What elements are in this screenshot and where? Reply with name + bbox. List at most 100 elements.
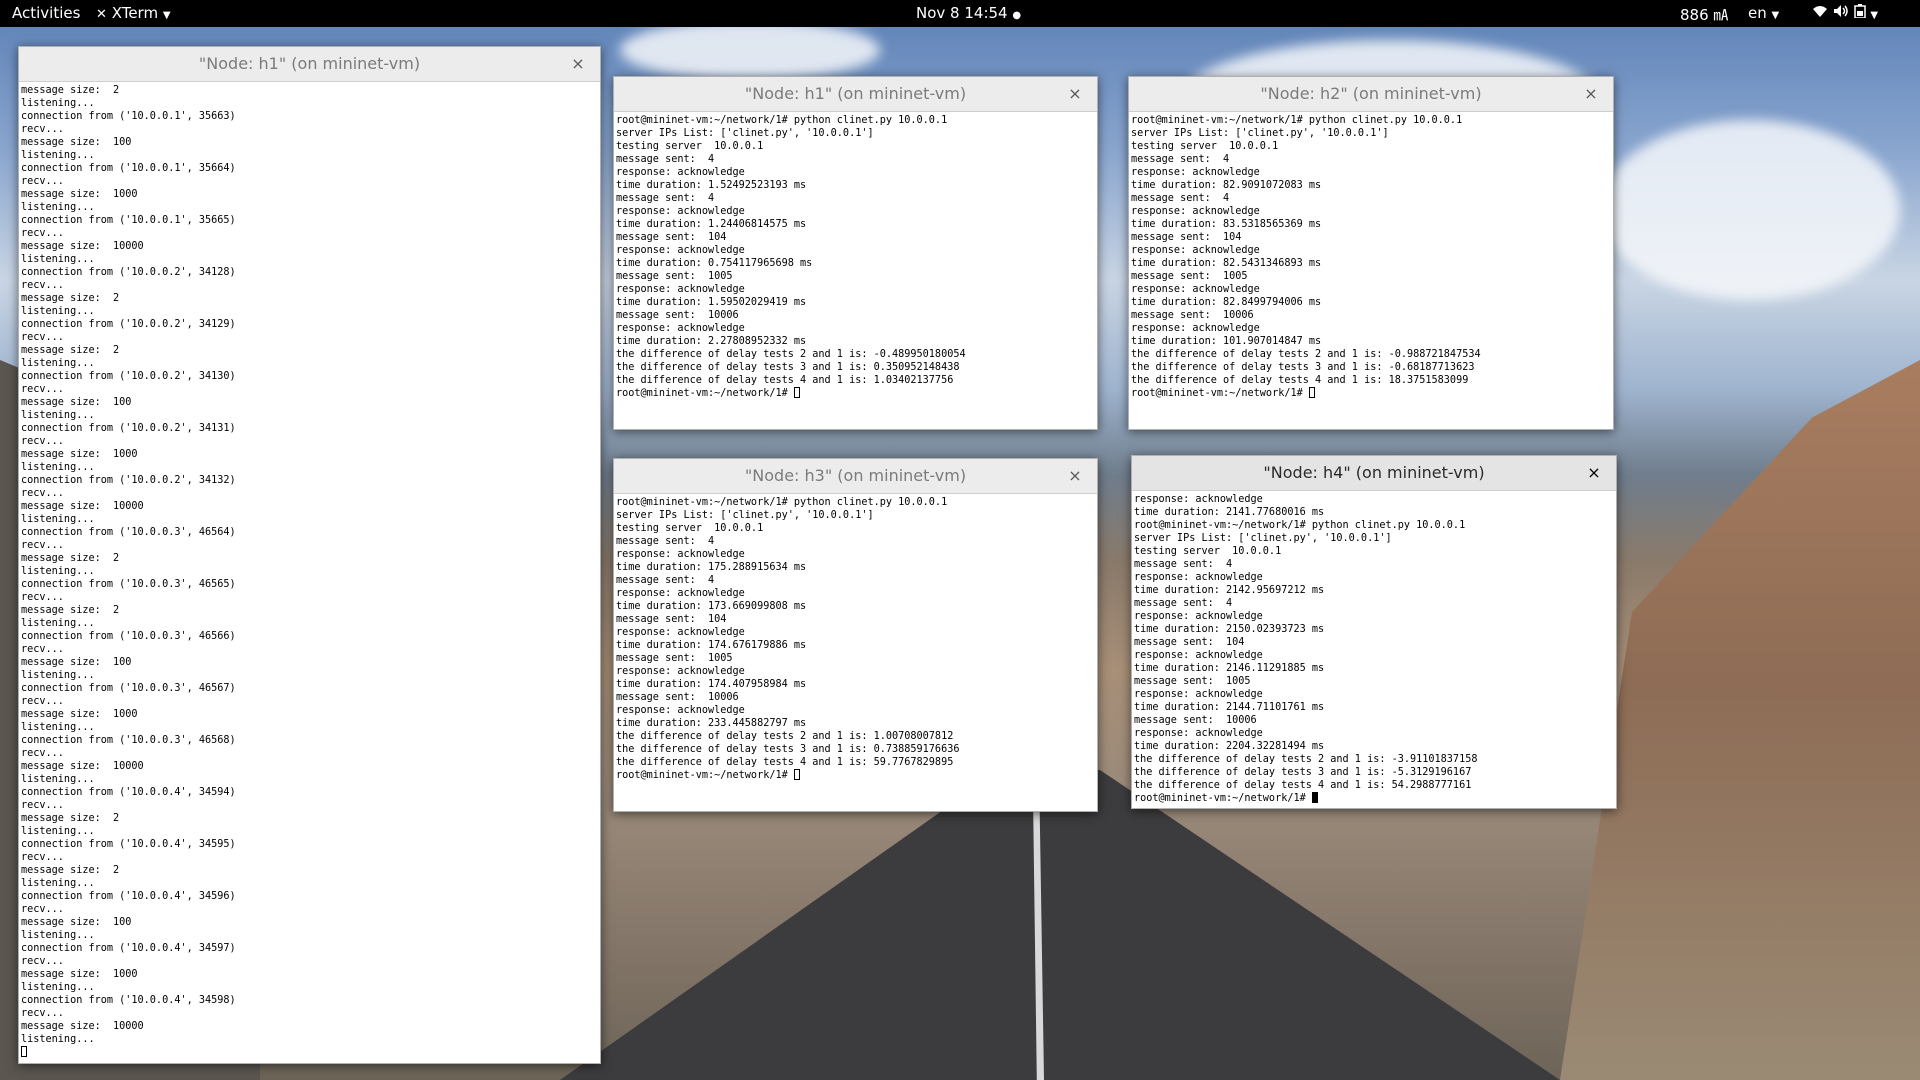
terminal-line: the difference of delay tests 4 and 1 is… [616,375,954,386]
terminal-line: server IPs List: ['clinet.py', '10.0.0.1… [616,128,874,139]
activities-button[interactable]: Activities [12,4,80,22]
terminal-line: time duration: 1.24406814575 ms [616,219,807,230]
clock-button[interactable]: Nov 8 14:54 ● [916,4,1021,22]
terminal-line: message sent: 4 [616,575,715,586]
terminal-line: message sent: 104 [616,232,727,243]
terminal-line: listening... [21,410,95,421]
terminal-line: the difference of delay tests 3 and 1 is… [1134,767,1472,778]
terminal-window-h1-client[interactable]: "Node: h1" (on mininet-vm) × root@minine… [613,76,1098,430]
terminal-line: server IPs List: ['clinet.py', '10.0.0.1… [1134,533,1392,544]
terminal-output[interactable]: root@mininet-vm:~/network/1# python clin… [614,494,1097,784]
terminal-line: message size: 2 [21,605,120,616]
terminal-line: root@mininet-vm:~/network/1# python clin… [616,115,948,126]
close-icon[interactable]: × [1065,466,1085,486]
terminal-output[interactable]: root@mininet-vm:~/network/1# python clin… [614,112,1097,402]
terminal-line: time duration: 82.8499794006 ms [1131,297,1322,308]
terminal-line: response: acknowledge [1134,689,1263,700]
window-titlebar[interactable]: "Node: h3" (on mininet-vm) × [614,459,1097,494]
chevron-down-icon: ▼ [1771,10,1780,21]
terminal-line: message sent: 10006 [1131,310,1254,321]
language-menu[interactable]: en ▼ [1748,4,1779,22]
terminal-line: recv... [21,280,64,291]
terminal-output[interactable]: response: acknowledge time duration: 2141… [1132,491,1616,807]
terminal-line: server IPs List: ['clinet.py', '10.0.0.1… [616,510,874,521]
terminal-line: listening... [21,722,95,733]
close-icon[interactable]: × [1581,84,1601,104]
terminal-line: response: acknowledge [1134,494,1263,505]
terminal-line: listening... [21,566,95,577]
terminal-window-h4-client[interactable]: "Node: h4" (on mininet-vm) × response: a… [1131,455,1617,809]
terminal-output[interactable]: root@mininet-vm:~/network/1# python clin… [1129,112,1613,402]
terminal-line: listening... [21,462,95,473]
terminal-line: recv... [21,124,64,135]
terminal-line: message sent: 4 [616,536,715,547]
terminal-line: response: acknowledge [1131,245,1260,256]
indicator-label[interactable]: 886 ㎃ [1680,4,1728,25]
terminal-line: message sent: 4 [1134,598,1233,609]
terminal-line: listening... [21,306,95,317]
terminal-line: connection from ('10.0.0.3', 46568) [21,735,236,746]
terminal-line: response: acknowledge [1134,572,1263,583]
terminal-line: root@mininet-vm:~/network/1# python clin… [1134,520,1466,531]
terminal-line: connection from ('10.0.0.4', 34595) [21,839,236,850]
terminal-line: message size: 1000 [21,449,138,460]
terminal-cursor [21,1046,27,1057]
terminal-output[interactable]: message size: 2 listening... connection fr… [19,82,600,1061]
terminal-line: connection from ('10.0.0.2', 34131) [21,423,236,434]
terminal-line: testing server 10.0.0.1 [1131,141,1279,152]
terminal-line: listening... [21,878,95,889]
window-title: "Node: h3" (on mininet-vm) [744,466,967,485]
terminal-line: recv... [21,748,64,759]
terminal-window-h2-client[interactable]: "Node: h2" (on mininet-vm) × root@minine… [1128,76,1614,430]
window-titlebar[interactable]: "Node: h2" (on mininet-vm) × [1129,77,1613,112]
terminal-line: message size: 10000 [21,1021,144,1032]
terminal-line: recv... [21,1008,64,1019]
terminal-line: connection from ('10.0.0.2', 34129) [21,319,236,330]
terminal-line: message size: 10000 [21,501,144,512]
terminal-window-h3-client[interactable]: "Node: h3" (on mininet-vm) × root@minine… [613,458,1098,812]
terminal-line: message size: 100 [21,657,132,668]
terminal-line: connection from ('10.0.0.3', 46564) [21,527,236,538]
app-menu-button[interactable]: ✕ XTerm ▼ [96,4,171,22]
terminal-line: recv... [21,384,64,395]
terminal-line: connection from ('10.0.0.1', 35663) [21,111,236,122]
terminal-line: message size: 10000 [21,761,144,772]
terminal-line: listening... [21,202,95,213]
terminal-lines: root@mininet-vm:~/network/1# python clin… [616,114,1095,387]
terminal-line: recv... [21,696,64,707]
terminal-line: connection from ('10.0.0.3', 46567) [21,683,236,694]
terminal-line: connection from ('10.0.0.2', 34132) [21,475,236,486]
terminal-line: response: acknowledge [616,588,745,599]
language-label: en [1748,4,1767,22]
terminal-line: connection from ('10.0.0.3', 46566) [21,631,236,642]
terminal-line: the difference of delay tests 3 and 1 is… [1131,362,1475,373]
terminal-line: recv... [21,956,64,967]
xterm-icon: ✕ [96,7,107,22]
terminal-line: recv... [21,228,64,239]
close-icon[interactable]: × [568,54,588,74]
wallpaper-road [560,770,1560,1080]
terminal-cursor [793,387,800,398]
terminal-line: listening... [21,618,95,629]
window-titlebar[interactable]: "Node: h4" (on mininet-vm) × [1132,456,1616,491]
terminal-line: response: acknowledge [1131,284,1260,295]
terminal-window-h1-server[interactable]: "Node: h1" (on mininet-vm) × message siz… [18,46,601,1064]
terminal-line: listening... [21,358,95,369]
terminal-line: the difference of delay tests 2 and 1 is… [616,731,954,742]
terminal-line: the difference of delay tests 3 and 1 is… [616,744,960,755]
system-menu[interactable]: ▼ [1812,4,1878,22]
close-icon[interactable]: × [1065,84,1085,104]
terminal-line: connection from ('10.0.0.4', 34598) [21,995,236,1006]
terminal-line: testing server 10.0.0.1 [616,141,764,152]
terminal-line: response: acknowledge [616,323,745,334]
window-titlebar[interactable]: "Node: h1" (on mininet-vm) × [614,77,1097,112]
terminal-line: message sent: 4 [616,193,715,204]
terminal-line: message sent: 4 [1131,154,1230,165]
terminal-line: response: acknowledge [616,167,745,178]
terminal-line: response: acknowledge [1134,611,1263,622]
terminal-line: message sent: 104 [1134,637,1245,648]
window-title: "Node: h4" (on mininet-vm) [1263,463,1485,482]
terminal-line: message sent: 104 [1131,232,1242,243]
window-titlebar[interactable]: "Node: h1" (on mininet-vm) × [19,47,600,82]
close-icon[interactable]: × [1584,463,1604,483]
